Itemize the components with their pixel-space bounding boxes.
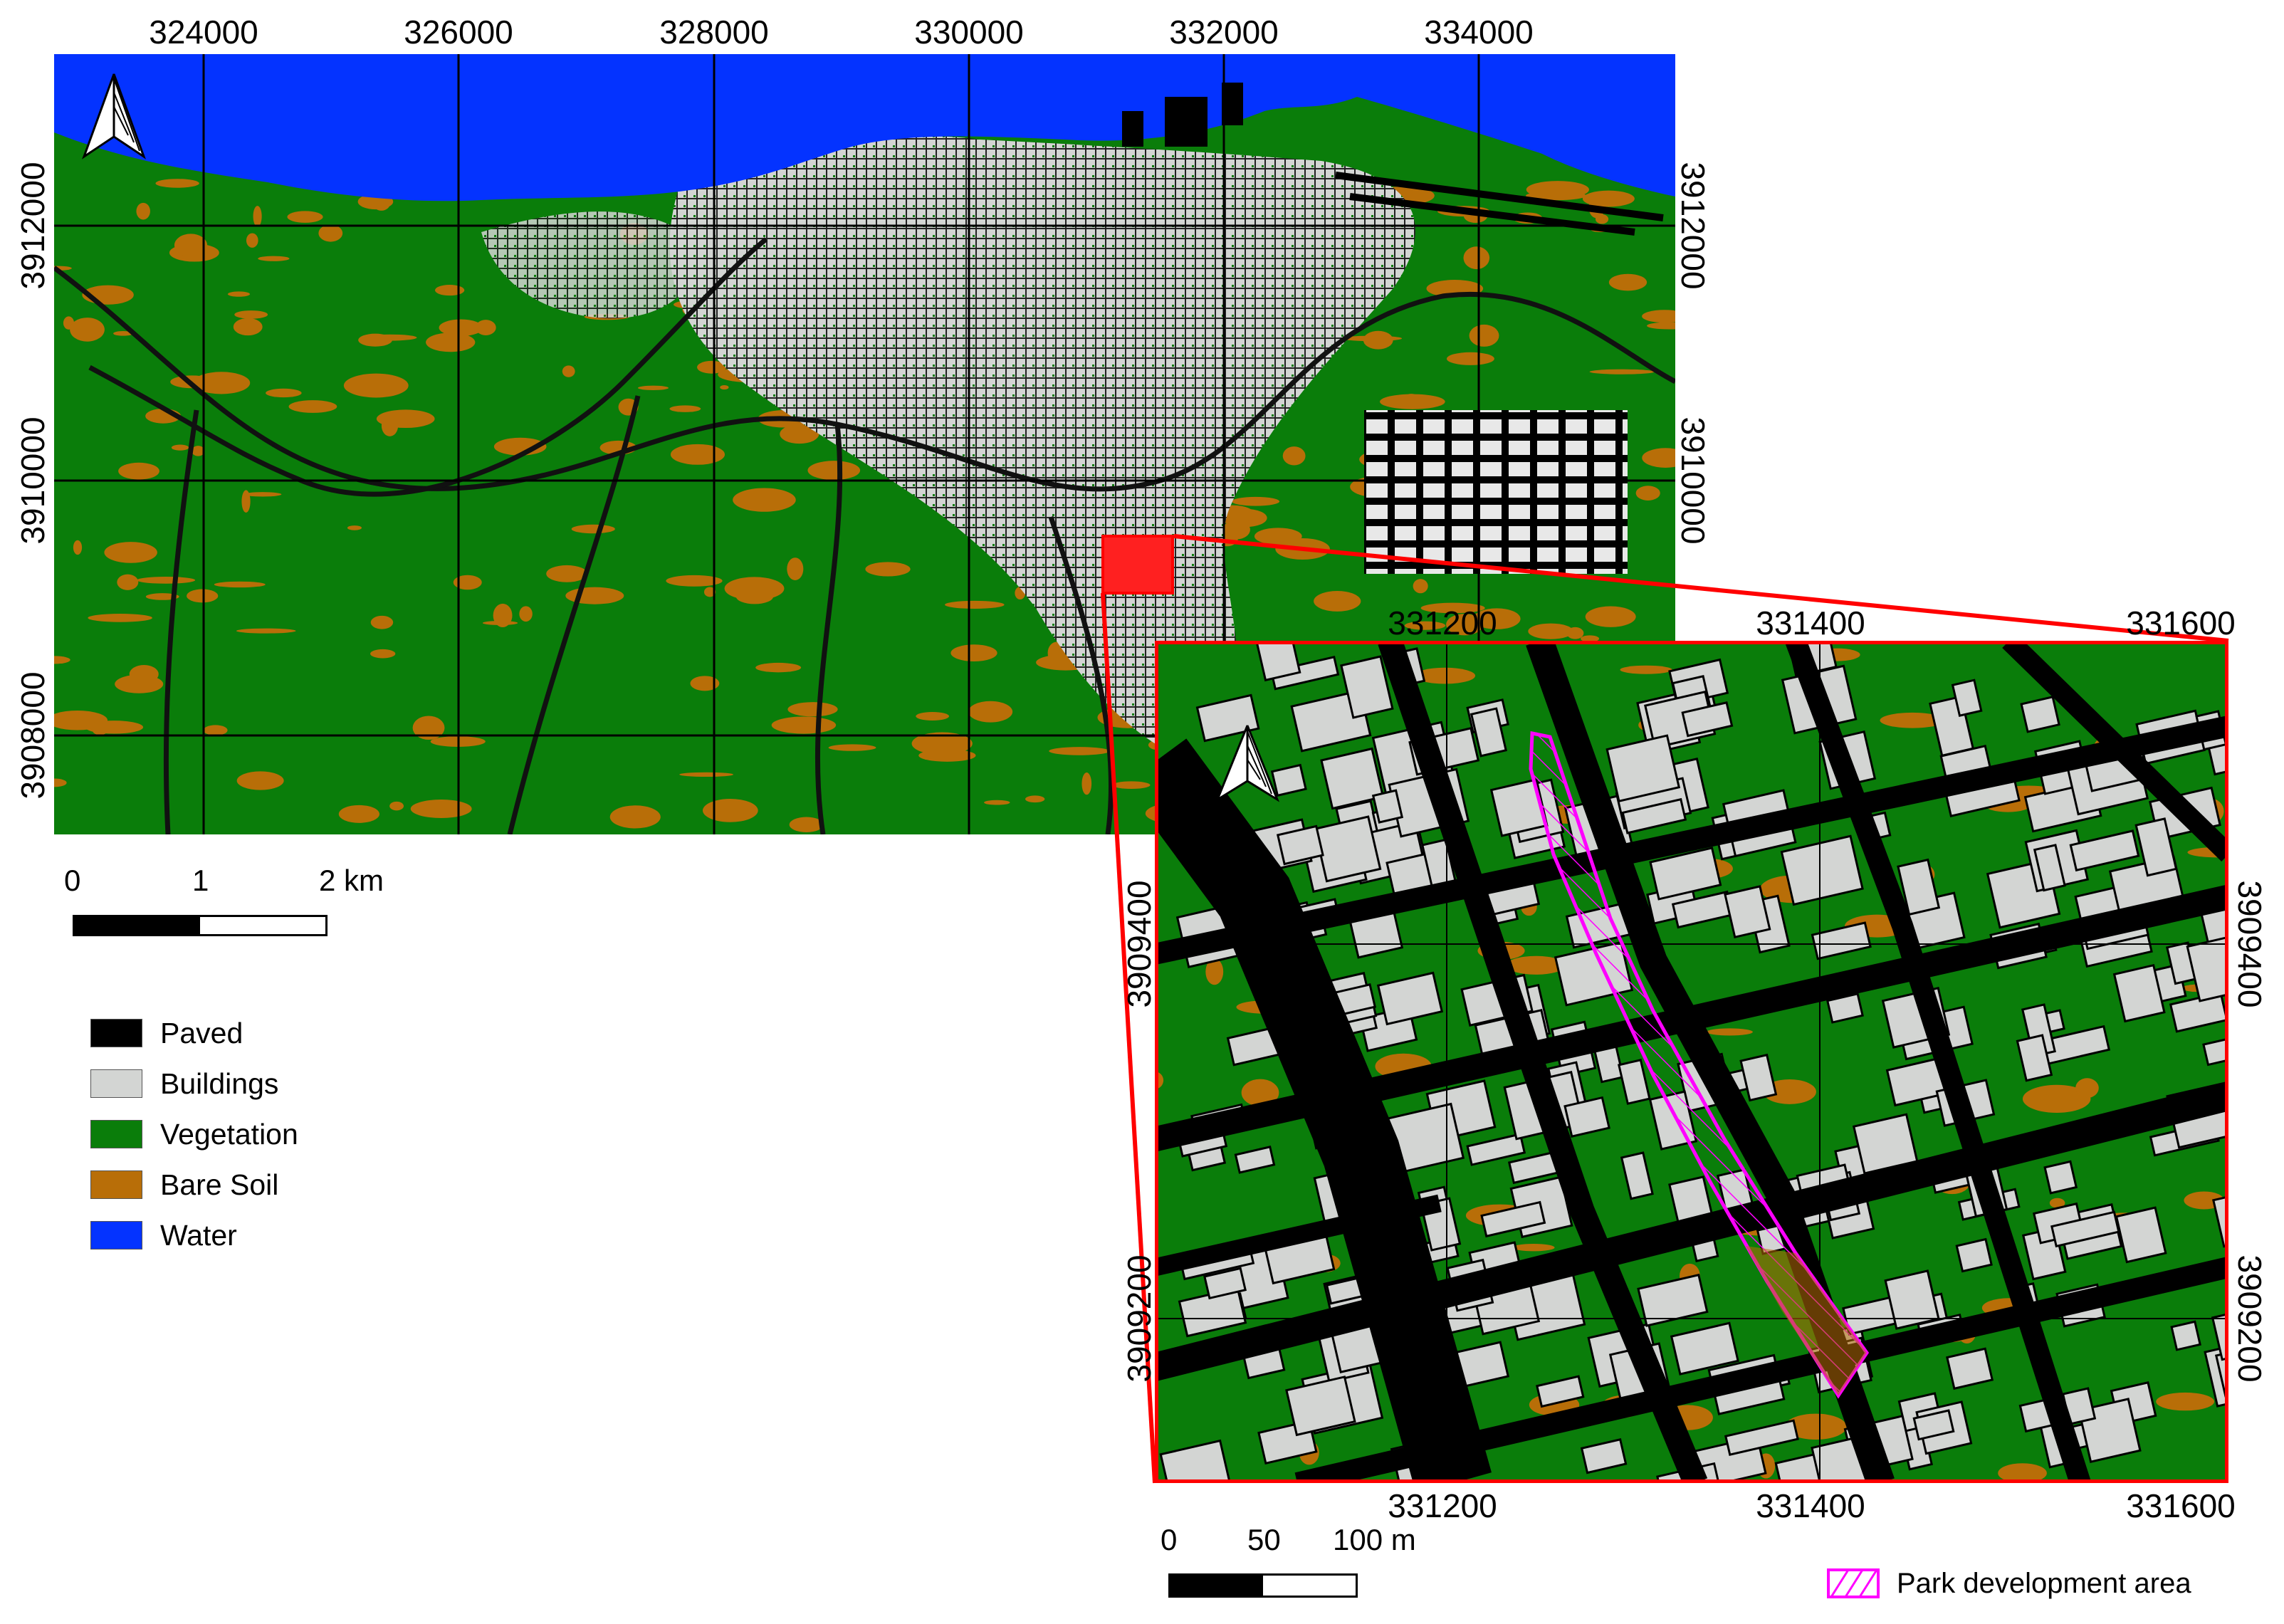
legend-label: Paved [160, 1016, 243, 1049]
bare-soil-patch [1620, 665, 1672, 674]
scale-label: 50 [1247, 1523, 1281, 1556]
scale-label: 100 m [1333, 1523, 1416, 1556]
scale-label: 1 [192, 864, 209, 897]
bare-soil-patch [1706, 1028, 1753, 1036]
x-tick-label: 331600 [2126, 604, 2236, 641]
legend-item-bare-soil: Bare Soil [90, 1168, 279, 1201]
legend-swatch [90, 1019, 142, 1047]
legend-swatch [90, 1221, 142, 1250]
y-tick-label-left: 3912000 [14, 162, 51, 290]
legend-label: Bare Soil [160, 1168, 279, 1201]
x-tick-label: 330000 [914, 14, 1024, 51]
x-tick-label: 334000 [1424, 14, 1534, 51]
y-tick-label-left: 3910000 [14, 417, 51, 545]
scale-bar [1168, 1573, 1358, 1598]
legend-swatch [90, 1170, 142, 1199]
legend-item-water: Water [90, 1218, 237, 1252]
y-tick-label-right: 3909200 [2231, 1254, 2268, 1383]
scale-label: 2 km [319, 864, 384, 897]
x-tick-label: 331600 [2126, 1487, 2236, 1524]
bare-soil-patch [2075, 1078, 2099, 1099]
building [2020, 696, 2060, 733]
bare-soil-patch [2156, 1392, 2215, 1411]
legend-item-paved: Paved [90, 1016, 243, 1049]
building [1371, 789, 1404, 824]
legend-label: Buildings [160, 1067, 279, 1100]
x-tick-label: 328000 [659, 14, 769, 51]
x-tick-label: 331200 [1388, 604, 1497, 641]
y-tick-label-left: 3909200 [1121, 1254, 1158, 1383]
x-tick-label: 326000 [404, 14, 513, 51]
bare-soil-patch [1512, 1244, 1555, 1252]
x-tick-label: 324000 [149, 14, 258, 51]
hatch-swatch-icon [1827, 1568, 1880, 1598]
scale-label: 0 [1161, 1523, 1178, 1556]
x-tick-label: 331400 [1756, 1487, 1865, 1524]
building [1955, 1237, 1993, 1273]
building [1255, 641, 1301, 682]
y-tick-label-right: 3909400 [2231, 880, 2268, 1008]
x-tick-label: 331200 [1388, 1487, 1497, 1524]
building [2170, 1320, 2201, 1351]
y-tick-label-left: 3909400 [1121, 880, 1158, 1008]
scale-label: 0 [64, 864, 81, 897]
building [1313, 815, 1382, 883]
legend-label: Vegetation [160, 1117, 298, 1151]
legend-label: Water [160, 1218, 237, 1252]
y-tick-label-right: 3910000 [1675, 417, 1712, 545]
north-arrow-icon [82, 73, 146, 159]
x-tick-label: 331400 [1756, 604, 1865, 641]
legend-swatch [90, 1069, 142, 1098]
legend-item-park: Park development area [1827, 1568, 2191, 1599]
scale-bar [73, 915, 328, 936]
x-tick-label: 332000 [1169, 14, 1279, 51]
building [2043, 1160, 2078, 1195]
legend-item-buildings: Buildings [90, 1067, 279, 1100]
legend-item-vegetation: Vegetation [90, 1117, 298, 1151]
y-tick-label-left: 3908000 [14, 671, 51, 800]
y-tick-label-right: 3912000 [1675, 162, 1712, 290]
inset-map [1155, 641, 2228, 1483]
legend-swatch [90, 1120, 142, 1148]
legend-label: Park development area [1897, 1567, 2191, 1599]
north-arrow-icon [1215, 725, 1280, 802]
